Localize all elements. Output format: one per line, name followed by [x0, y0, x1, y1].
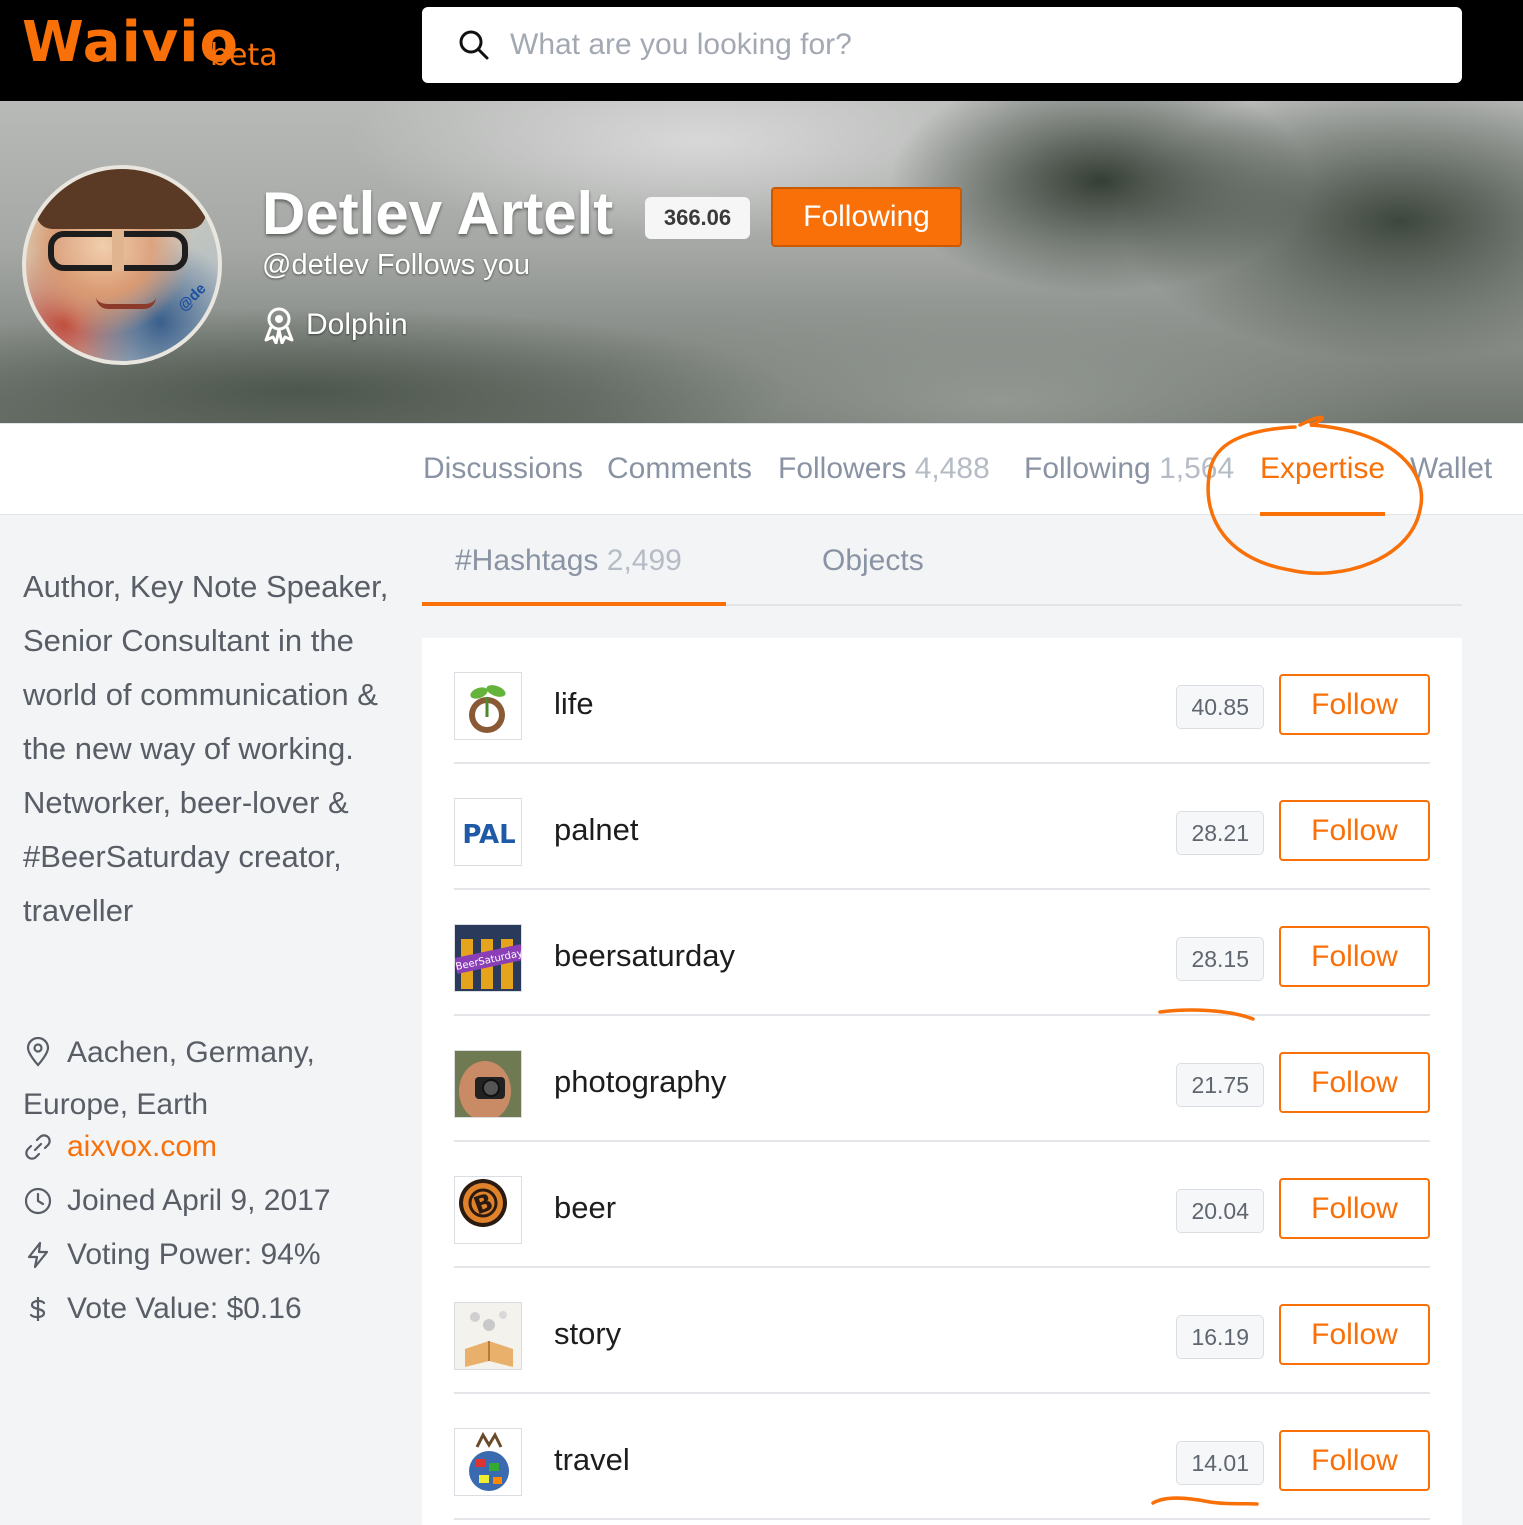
hashtag-name[interactable]: beer	[554, 1190, 616, 1226]
story-icon[interactable]	[454, 1302, 522, 1370]
follow-button[interactable]: Follow	[1279, 1304, 1430, 1365]
palnet-icon[interactable]: PAL	[454, 798, 522, 866]
tab-label: Comments	[607, 452, 753, 485]
location-info: Aachen, Germany, Europe, Earth	[23, 1027, 403, 1131]
link-icon	[25, 1134, 51, 1160]
hashtag-name[interactable]: life	[554, 686, 594, 722]
hashtag-row: life 40.85 Follow	[454, 638, 1430, 764]
subtab-count: 2,499	[606, 544, 682, 577]
hashtag-score: 16.19	[1176, 1315, 1264, 1359]
voting-power-info: Voting Power: 94%	[23, 1238, 321, 1272]
avatar-hair	[36, 169, 206, 229]
medal-icon	[264, 307, 294, 344]
tab-label: Followers	[778, 452, 907, 485]
profile-handle-line: @detlev Follows you	[262, 249, 530, 282]
follow-button[interactable]: Follow	[1279, 926, 1430, 987]
tab-discussions[interactable]: Discussions	[423, 452, 583, 486]
follow-button[interactable]: Follow	[1279, 1052, 1430, 1113]
logo[interactable]: Waivio	[22, 10, 239, 75]
website-info: aixvox.com	[23, 1130, 217, 1164]
hashtag-name[interactable]: palnet	[554, 812, 638, 848]
life-icon[interactable]	[454, 672, 522, 740]
avatar-mouth	[96, 297, 156, 309]
tab-label: Discussions	[423, 452, 584, 485]
hashtag-row: travel 14.01 Follow	[454, 1394, 1430, 1520]
reputation-badge: 366.06	[645, 197, 750, 239]
rank-label: Dolphin	[306, 308, 408, 341]
tab-wallet[interactable]: Wallet	[1410, 452, 1492, 486]
vote-value-info: Vote Value: $0.16	[23, 1292, 302, 1326]
profile-handle: @detlev	[262, 249, 369, 281]
hashtag-list: life 40.85 Follow PAL palnet 28.21 Follo…	[422, 638, 1462, 1525]
clock-icon	[24, 1187, 52, 1215]
avatar[interactable]: @de	[22, 165, 222, 365]
hashtag-name[interactable]: beersaturday	[554, 938, 735, 974]
joined-info: Joined April 9, 2017	[23, 1184, 331, 1218]
tab-expertise[interactable]: Expertise	[1260, 452, 1385, 486]
hashtag-row: B beer 20.04 Follow	[454, 1142, 1430, 1268]
search-box[interactable]	[422, 7, 1462, 83]
beer-icon[interactable]: B	[454, 1176, 522, 1244]
tab-following[interactable]: Following 1,564	[1024, 452, 1234, 486]
follow-button[interactable]: Follow	[1279, 674, 1430, 735]
hashtag-score: 28.15	[1176, 937, 1264, 981]
hashtag-score: 20.04	[1176, 1189, 1264, 1233]
tab-followers[interactable]: Followers 4,488	[778, 452, 990, 486]
location-text: Aachen, Germany, Europe, Earth	[23, 1036, 315, 1121]
tab-count: 4,488	[914, 452, 990, 485]
subtab-hashtags[interactable]: #Hashtags 2,499	[455, 544, 682, 578]
follow-button[interactable]: Follow	[1279, 1178, 1430, 1239]
travel-icon[interactable]	[454, 1428, 522, 1496]
avatar-glasses	[48, 231, 188, 271]
profile-cover: @de Detlev Artelt 366.06 Following @detl…	[0, 101, 1523, 423]
hashtag-name[interactable]: travel	[554, 1442, 630, 1478]
active-tab-indicator	[1260, 512, 1385, 516]
beersaturday-icon[interactable]: BeerSaturday	[454, 924, 522, 992]
voting-power-text: Voting Power: 94%	[67, 1238, 321, 1271]
hashtag-row: BeerSaturday beersaturday 28.15 Follow	[454, 890, 1430, 1016]
avatar-tag: @de	[174, 280, 210, 315]
hashtag-score: 28.21	[1176, 811, 1264, 855]
follows-you-label: Follows you	[376, 249, 531, 281]
subtab-label: Objects	[822, 544, 924, 577]
profile-name: Detlev Artelt	[262, 180, 614, 247]
joined-text: Joined April 9, 2017	[67, 1184, 331, 1217]
dollar-icon	[29, 1297, 46, 1321]
photography-icon[interactable]	[454, 1050, 522, 1118]
subtab-objects[interactable]: Objects	[822, 544, 924, 578]
rank-line: Dolphin	[262, 306, 408, 344]
palnet-icon-text: PAL	[462, 820, 515, 850]
tab-label: Expertise	[1260, 452, 1386, 485]
logo-beta-label: beta	[210, 38, 278, 73]
tab-count: 1,564	[1159, 452, 1235, 485]
active-subtab-indicator	[422, 602, 726, 606]
hashtag-score: 40.85	[1176, 685, 1264, 729]
hashtag-row: photography 21.75 Follow	[454, 1016, 1430, 1142]
hashtag-row: story 16.19 Follow	[454, 1268, 1430, 1394]
profile-tab-bar: Discussions Comments Followers 4,488 Fol…	[0, 423, 1523, 516]
hashtag-name[interactable]: story	[554, 1316, 621, 1352]
search-input[interactable]	[510, 17, 1410, 73]
hashtag-score: 21.75	[1176, 1063, 1264, 1107]
hashtag-score: 14.01	[1176, 1441, 1264, 1485]
follow-button[interactable]: Follow	[1279, 800, 1430, 861]
vote-value-text: Vote Value: $0.16	[67, 1292, 302, 1325]
lightning-icon	[27, 1241, 49, 1269]
follow-button[interactable]: Follow	[1279, 1430, 1430, 1491]
following-button[interactable]: Following	[771, 187, 962, 247]
top-bar: Waivio beta	[0, 0, 1523, 101]
expertise-subtabs: #Hashtags 2,499 Objects	[422, 520, 1462, 606]
tab-label: Following	[1024, 452, 1151, 485]
tab-label: Wallet	[1410, 452, 1493, 485]
subtab-label: #Hashtags	[455, 544, 599, 577]
tab-comments[interactable]: Comments	[607, 452, 752, 486]
hashtag-row: PAL palnet 28.21 Follow	[454, 764, 1430, 890]
profile-bio: Author, Key Note Speaker, Senior Consult…	[23, 569, 389, 928]
website-link[interactable]: aixvox.com	[67, 1130, 217, 1164]
search-icon[interactable]	[458, 29, 490, 61]
hashtag-name[interactable]: photography	[554, 1064, 726, 1100]
